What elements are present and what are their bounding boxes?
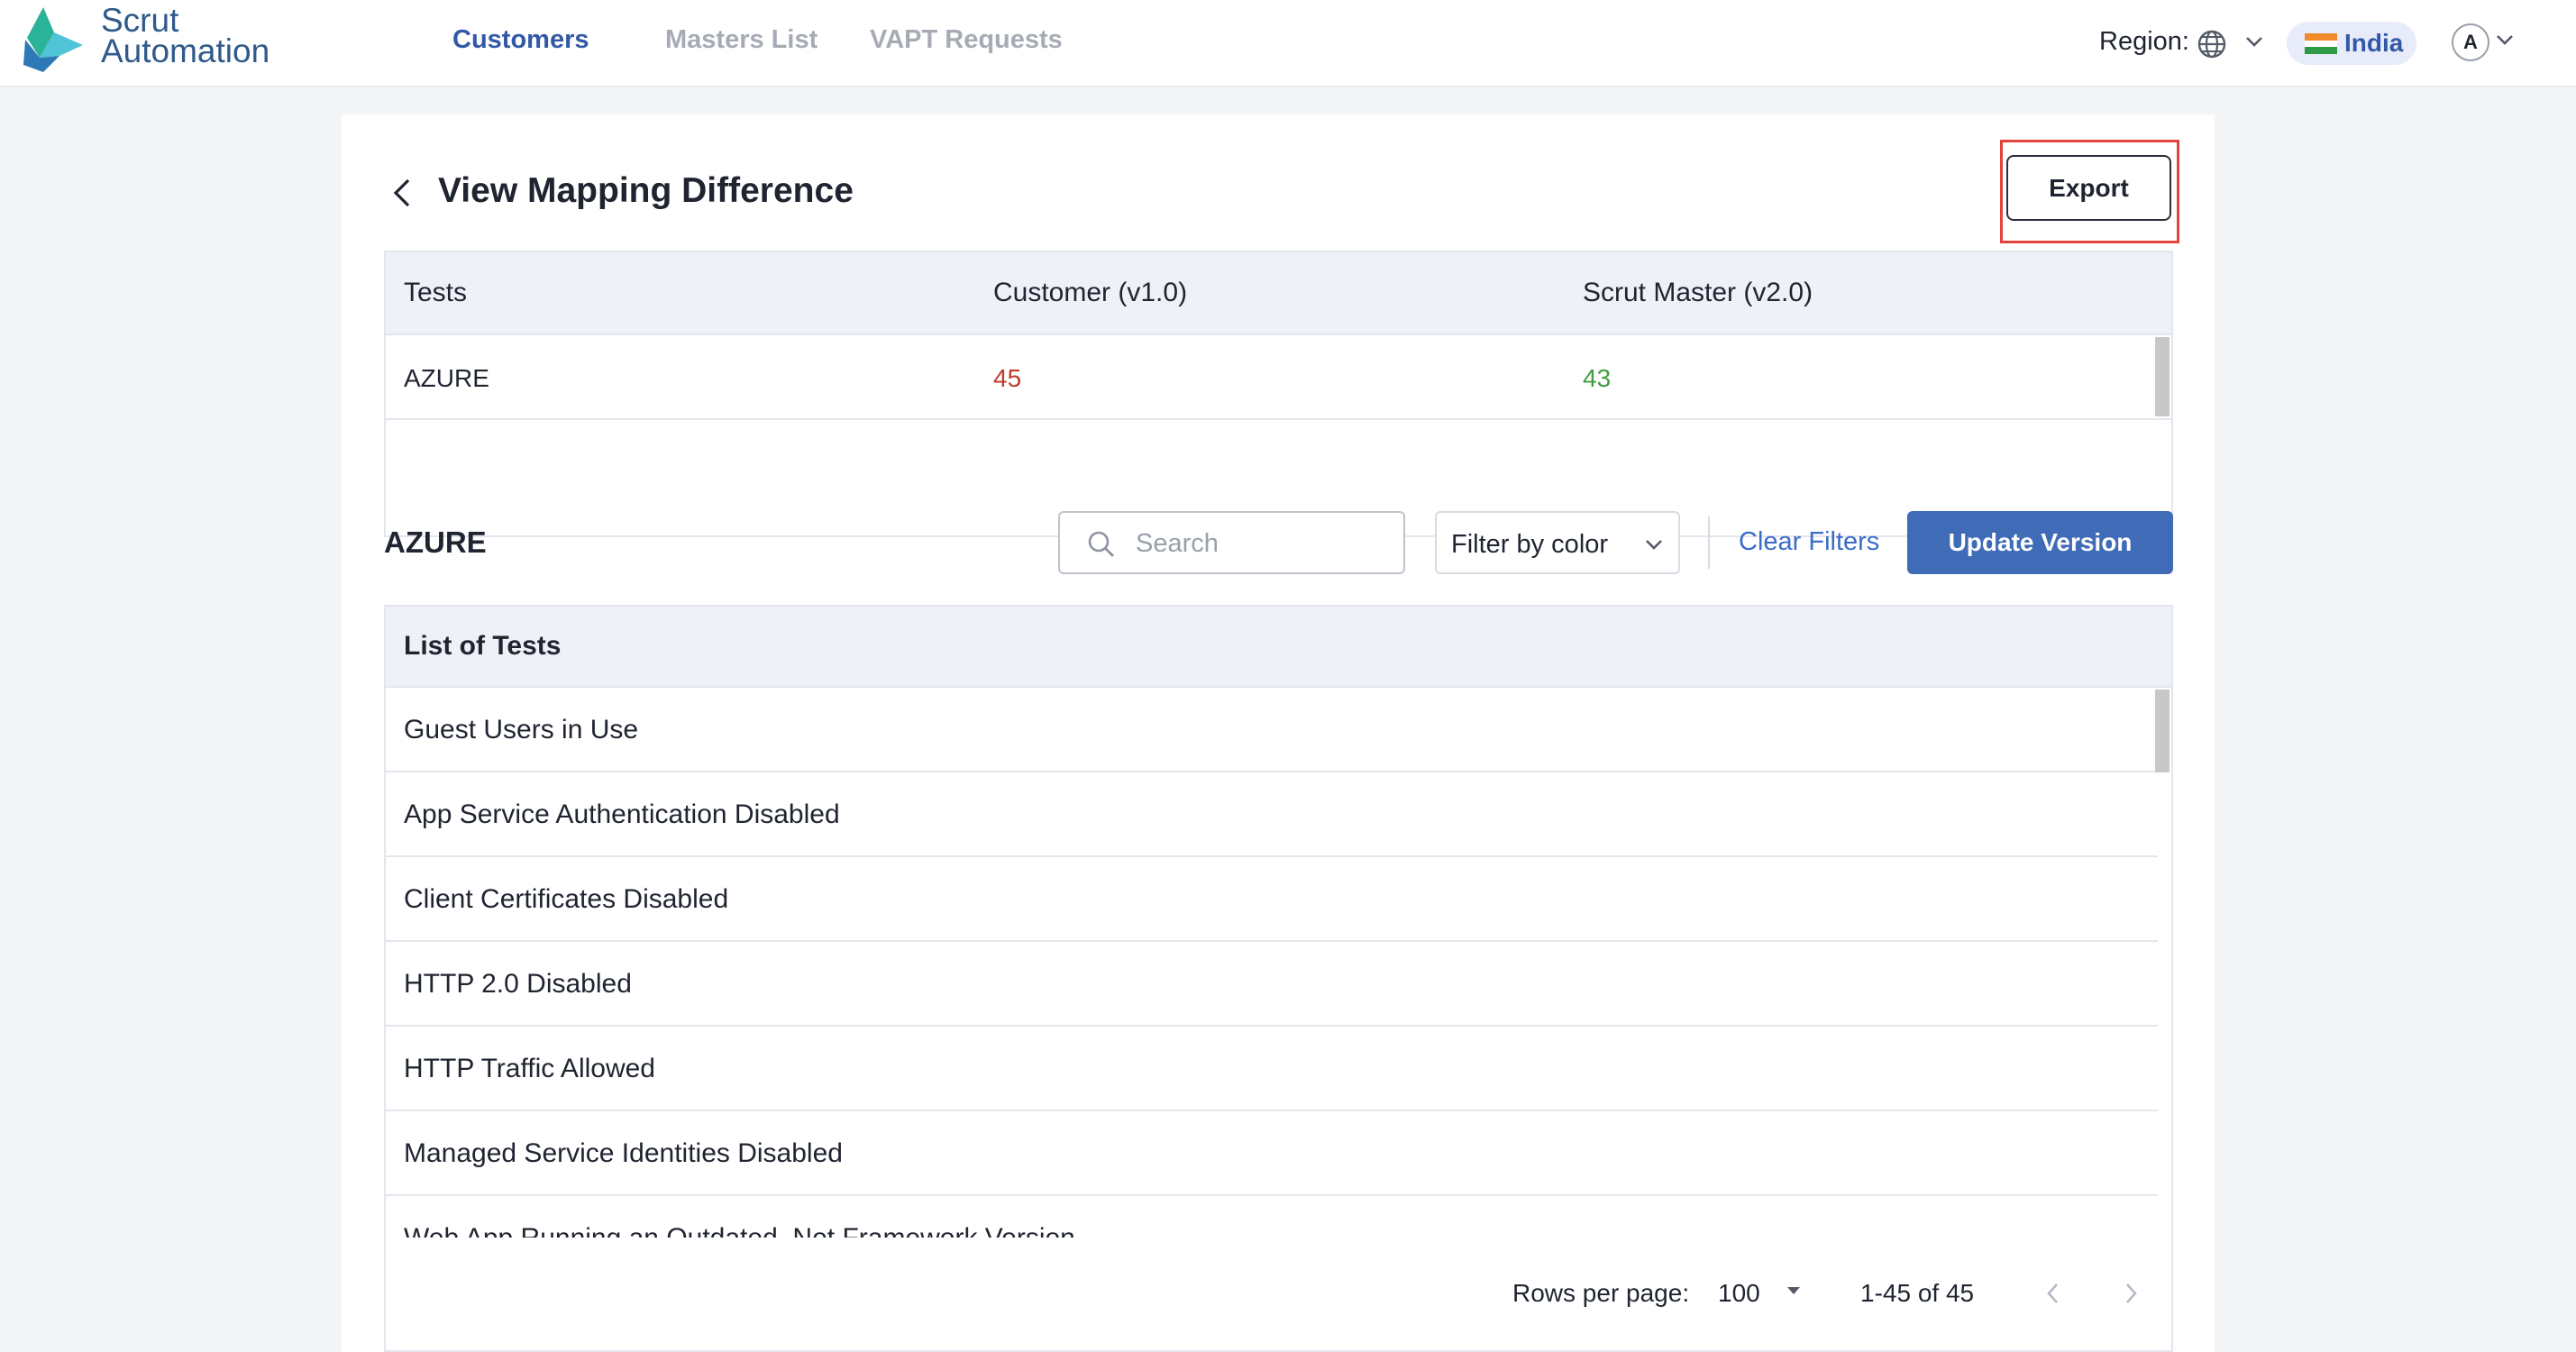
row-customer-count: 45 (993, 364, 1022, 392)
search-input[interactable] (1134, 524, 1390, 563)
brand-line-2: Automation (101, 32, 270, 69)
user-menu-chevron-down-icon[interactable] (2495, 32, 2515, 47)
list-item[interactable]: HTTP Traffic Allowed (386, 1027, 2158, 1111)
summary-header: Tests Customer (v1.0) Scrut Master (v2.0… (386, 252, 2171, 335)
brand-line-1: Scrut (101, 2, 179, 39)
brand-name: Scrut Automation (101, 2, 270, 69)
tests-list-table: List of Tests Guest Users in Use App Ser… (384, 605, 2173, 1352)
clear-filters-link[interactable]: Clear Filters (1739, 527, 1879, 557)
filter-by-color-select[interactable]: Filter by color (1435, 511, 1680, 574)
list-item-label: HTTP 2.0 Disabled (404, 969, 632, 999)
list-item-label: HTTP Traffic Allowed (404, 1054, 655, 1083)
india-flag-icon (2305, 33, 2337, 54)
search-icon (1088, 531, 1114, 557)
list-header-label: List of Tests (404, 631, 562, 661)
region-selector[interactable]: India (2287, 22, 2416, 65)
col-header-master: Scrut Master (v2.0) (1583, 278, 1813, 307)
page-title: View Mapping Difference (438, 171, 854, 210)
tab-masters-list[interactable]: Masters List (665, 25, 818, 55)
list-item[interactable]: Guest Users in Use (386, 688, 2158, 772)
filter-label: Filter by color (1451, 530, 1609, 559)
tab-vapt-requests[interactable]: VAPT Requests (870, 25, 1063, 55)
pagination-range: 1-45 of 45 (1860, 1279, 1975, 1307)
row-test-name: AZURE (404, 364, 489, 392)
list-item-label: Guest Users in Use (404, 715, 639, 745)
list-item[interactable]: Managed Service Identities Disabled (386, 1111, 2158, 1196)
list-item-label: Managed Service Identities Disabled (404, 1138, 843, 1168)
list-item-label: Web App Running an Outdated .Net Framewo… (404, 1223, 1075, 1238)
list-item-label: Client Certificates Disabled (404, 884, 729, 914)
rows-per-page-label: Rows per page: (1512, 1279, 1690, 1307)
list-item-label: App Service Authentication Disabled (404, 799, 840, 829)
list-item[interactable]: Client Certificates Disabled (386, 857, 2158, 942)
top-navbar: Scrut Automation Customers Masters List … (0, 0, 2576, 87)
update-version-button[interactable]: Update Version (1907, 511, 2173, 574)
summary-table: Tests Customer (v1.0) Scrut Master (v2.0… (384, 251, 2173, 537)
scrut-logo[interactable] (18, 5, 87, 74)
list-item[interactable]: App Service Authentication Disabled (386, 772, 2158, 857)
region-chevron-down-icon[interactable] (2244, 34, 2264, 49)
region-label: Region: (2099, 27, 2189, 56)
back-arrow-icon[interactable] (387, 175, 417, 211)
mapping-card: View Mapping Difference Export Tests Cus… (342, 114, 2215, 1352)
export-button[interactable]: Export (2006, 155, 2171, 221)
row-master-count: 43 (1583, 364, 1612, 392)
summary-scrollbar[interactable] (2155, 337, 2170, 416)
tests-list-scrollbar[interactable] (2155, 690, 2170, 772)
section-title: AZURE (384, 525, 487, 559)
list-item[interactable]: Web App Running an Outdated .Net Framewo… (386, 1196, 2158, 1238)
region-selected: India (2344, 29, 2404, 57)
col-header-tests: Tests (404, 278, 468, 307)
search-field[interactable] (1058, 511, 1405, 574)
tab-customers[interactable]: Customers (452, 25, 589, 55)
caret-down-icon[interactable] (1785, 1284, 1803, 1297)
divider (1708, 516, 1710, 569)
pagination: Rows per page: 100 1-45 of 45 (386, 1238, 2171, 1350)
globe-icon[interactable] (2197, 29, 2227, 59)
tests-list-body[interactable]: Guest Users in Use App Service Authentic… (386, 688, 2158, 1238)
rows-per-page-select[interactable]: 100 (1718, 1279, 1760, 1308)
avatar[interactable]: A (2452, 23, 2489, 61)
table-row[interactable]: AZURE 45 43 (386, 335, 2171, 420)
prev-page-icon[interactable] (2042, 1279, 2064, 1308)
list-item[interactable]: HTTP 2.0 Disabled (386, 942, 2158, 1027)
tests-list-header: List of Tests (386, 607, 2171, 688)
chevron-down-icon (1646, 540, 1662, 550)
col-header-customer: Customer (v1.0) (993, 278, 1188, 307)
next-page-icon[interactable] (2120, 1279, 2142, 1308)
